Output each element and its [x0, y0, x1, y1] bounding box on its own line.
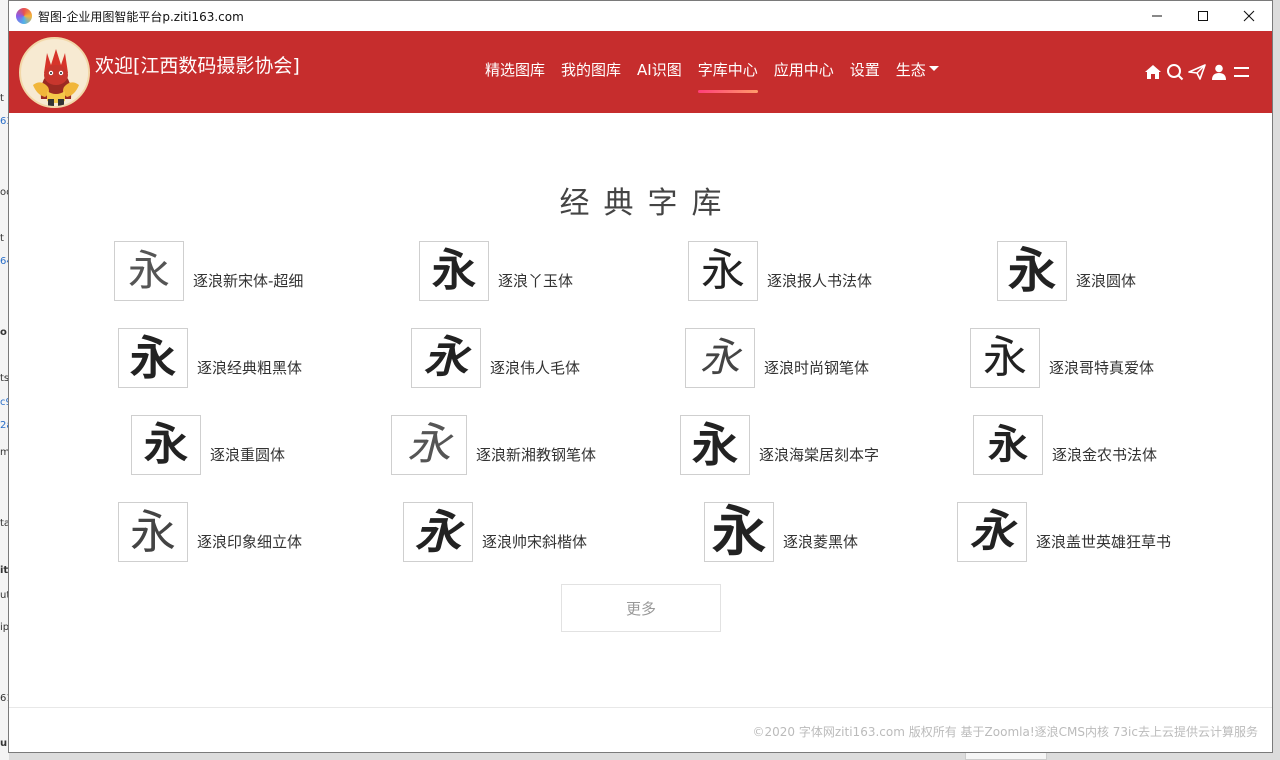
font-card[interactable]: 永 逐浪哥特真爱体: [970, 328, 1154, 388]
window-controls: [1134, 1, 1272, 31]
minimize-button[interactable]: [1134, 1, 1180, 31]
font-card[interactable]: 永 逐浪盖世英雄狂草书: [957, 502, 1171, 562]
user-button[interactable]: [1209, 62, 1228, 81]
nav-ecosystem-label: 生态: [895, 61, 926, 79]
search-button[interactable]: [1165, 62, 1184, 81]
nav-app-center[interactable]: 应用中心: [774, 59, 834, 93]
minimize-icon: [1152, 15, 1162, 17]
font-preview-thumb: 永: [997, 241, 1067, 301]
main-nav: 精选图库 我的图库 AI识图 字库中心 应用中心 设置 生态: [485, 59, 955, 93]
font-card[interactable]: 永 逐浪菱黑体: [704, 502, 858, 562]
site-header: 欢迎[江西数码摄影协会] 精选图库 我的图库 AI识图 字库中心 应用中心 设置…: [9, 31, 1272, 113]
font-name: 逐浪金农书法体: [1052, 446, 1158, 464]
bg-text: t: [0, 93, 4, 104]
font-preview-thumb: 永: [685, 328, 755, 388]
font-preview-thumb: 永: [680, 415, 750, 475]
font-name: 逐浪印象细立体: [197, 533, 303, 551]
mascot-logo-icon: [21, 39, 88, 106]
font-card[interactable]: 永 逐浪时尚钢笔体: [685, 328, 869, 388]
nav-settings[interactable]: 设置: [850, 59, 880, 93]
font-card[interactable]: 永 逐浪报人书法体: [688, 241, 872, 301]
bg-text: t: [0, 233, 4, 244]
font-name: 逐浪时尚钢笔体: [764, 359, 870, 377]
browser-window: 智图-企业用图智能平台p.ziti163.com 欢迎[江西数码摄影协会] 精选…: [8, 0, 1273, 753]
bg-text: u: [0, 738, 8, 749]
font-card[interactable]: 永 逐浪重圆体: [131, 415, 285, 475]
font-card[interactable]: 永 逐浪金农书法体: [973, 415, 1157, 475]
font-card[interactable]: 永 逐浪海棠居刻本字: [680, 415, 879, 475]
font-name: 逐浪伟人毛体: [490, 359, 581, 377]
font-card[interactable]: 永 逐浪伟人毛体: [411, 328, 580, 388]
font-name: 逐浪新湘教钢笔体: [476, 446, 597, 464]
font-card[interactable]: 永 逐浪圆体: [997, 241, 1136, 301]
font-preview-thumb: 永: [704, 502, 774, 562]
user-icon: [1211, 64, 1226, 80]
font-name: 逐浪经典粗黑体: [197, 359, 303, 377]
menu-icon: [1233, 66, 1249, 77]
font-card[interactable]: 永 逐浪印象细立体: [118, 502, 302, 562]
font-name: 逐浪报人书法体: [767, 272, 873, 290]
nav-my-gallery[interactable]: 我的图库: [561, 59, 621, 93]
font-card[interactable]: 永 逐浪新宋体-超细: [114, 241, 303, 301]
font-name: 逐浪盖世英雄狂草书: [1036, 533, 1172, 551]
nav-ai-recognition[interactable]: AI识图: [637, 59, 682, 93]
close-button[interactable]: [1226, 1, 1272, 31]
home-button[interactable]: [1143, 62, 1162, 81]
more-button[interactable]: 更多: [561, 584, 721, 632]
font-name: 逐浪丫玉体: [498, 272, 574, 290]
font-preview-thumb: 永: [118, 502, 188, 562]
send-icon: [1187, 63, 1206, 80]
menu-button[interactable]: [1231, 62, 1250, 81]
maximize-button[interactable]: [1180, 1, 1226, 31]
font-preview-thumb: 永: [114, 241, 184, 301]
font-preview-thumb: 永: [688, 241, 758, 301]
site-logo[interactable]: [19, 37, 90, 108]
window-title: 智图-企业用图智能平台p.ziti163.com: [38, 9, 244, 24]
font-card[interactable]: 永 逐浪帅宋斜楷体: [403, 502, 587, 562]
font-preview-thumb: 永: [419, 241, 489, 301]
font-name: 逐浪海棠居刻本字: [759, 446, 880, 464]
close-icon: [1243, 10, 1255, 22]
font-name: 逐浪哥特真爱体: [1049, 359, 1155, 377]
search-icon: [1166, 63, 1183, 80]
footer-divider: [9, 707, 1272, 708]
font-preview-thumb: 永: [118, 328, 188, 388]
font-name: 逐浪新宋体-超细: [193, 272, 304, 290]
font-preview-thumb: 永: [131, 415, 201, 475]
window-titlebar: 智图-企业用图智能平台p.ziti163.com: [9, 1, 1272, 31]
font-card[interactable]: 永 逐浪经典粗黑体: [118, 328, 302, 388]
nav-featured-gallery[interactable]: 精选图库: [485, 59, 545, 93]
font-name: 逐浪重圆体: [210, 446, 286, 464]
header-tools: [1143, 62, 1250, 81]
section-title: 经典字库: [559, 186, 736, 221]
bg-text: it: [0, 565, 9, 576]
caret-down-icon: [928, 66, 939, 71]
font-preview-thumb: 永: [957, 502, 1027, 562]
font-card[interactable]: 永 逐浪新湘教钢笔体: [391, 415, 596, 475]
font-preview-thumb: 永: [403, 502, 473, 562]
nav-ecosystem[interactable]: 生态: [896, 59, 939, 93]
font-preview-thumb: 永: [970, 328, 1040, 388]
font-name: 逐浪帅宋斜楷体: [482, 533, 588, 551]
maximize-icon: [1198, 11, 1208, 21]
font-name: 逐浪菱黑体: [783, 533, 859, 551]
font-name: 逐浪圆体: [1076, 272, 1137, 290]
font-card[interactable]: 永 逐浪丫玉体: [419, 241, 573, 301]
footer-copyright: ©2020 字体网ziti163.com 版权所有 基于Zoomla!逐浪CMS…: [752, 725, 1258, 739]
app-icon: [16, 8, 32, 24]
nav-font-center[interactable]: 字库中心: [697, 59, 758, 93]
font-preview-thumb: 永: [411, 328, 481, 388]
welcome-brand[interactable]: 欢迎[江西数码摄影协会]: [95, 51, 300, 78]
font-preview-thumb: 永: [973, 415, 1043, 475]
send-button[interactable]: [1187, 62, 1206, 81]
font-preview-thumb: 永: [391, 415, 467, 475]
bg-text: o: [0, 327, 7, 338]
home-icon: [1144, 64, 1161, 79]
